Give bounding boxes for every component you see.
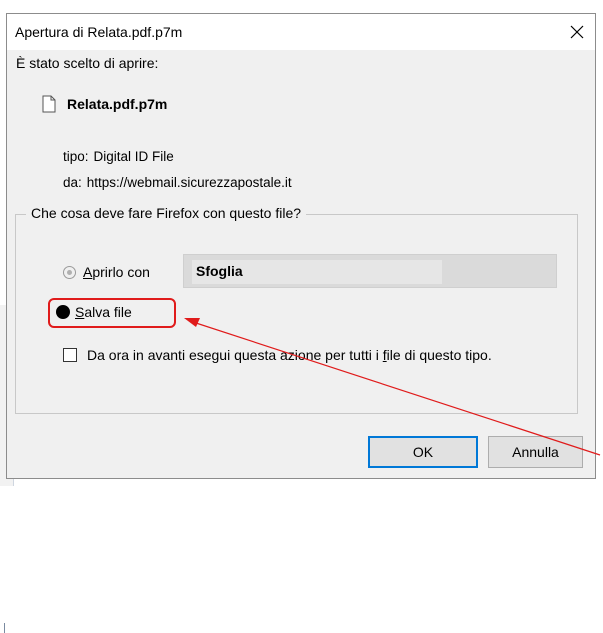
background-glyph xyxy=(4,623,10,633)
file-name: Relata.pdf.p7m xyxy=(67,96,168,112)
action-group-legend: Che cosa deve fare Firefox con questo fi… xyxy=(26,205,307,221)
remember-choice-label: Da ora in avanti esegui questa azione pe… xyxy=(87,347,492,363)
ok-button[interactable]: OK xyxy=(368,436,478,468)
file-source-value: https://webmail.sicurezzapostale.it xyxy=(86,175,292,190)
open-with-radio[interactable] xyxy=(63,265,76,279)
intro-text: È stato scelto di aprire: xyxy=(16,55,159,71)
file-type-value: Digital ID File xyxy=(93,149,174,164)
remember-choice-checkbox[interactable] xyxy=(63,348,77,362)
cancel-button[interactable]: Annulla xyxy=(488,436,583,468)
file-type-row: tipo: Digital ID File xyxy=(63,149,174,164)
dialog-title: Apertura di Relata.pdf.p7m xyxy=(15,24,183,40)
application-name: Sfoglia xyxy=(196,263,243,279)
close-icon xyxy=(570,25,584,39)
file-source-label: da: xyxy=(63,175,82,190)
title-bar: Apertura di Relata.pdf.p7m xyxy=(7,14,595,50)
document-icon xyxy=(42,95,56,113)
open-with-label: Aprirlo con xyxy=(83,264,150,280)
open-with-option[interactable]: Aprirlo con xyxy=(63,264,150,280)
file-source-row: da: https://webmail.sicurezzapostale.it xyxy=(63,175,292,190)
annotation-highlight-box xyxy=(48,298,176,328)
file-type-label: tipo: xyxy=(63,149,89,164)
remember-choice-option[interactable]: Da ora in avanti esegui questa azione pe… xyxy=(63,347,492,363)
application-selector[interactable]: Sfoglia xyxy=(183,254,557,288)
close-button[interactable] xyxy=(565,20,589,44)
